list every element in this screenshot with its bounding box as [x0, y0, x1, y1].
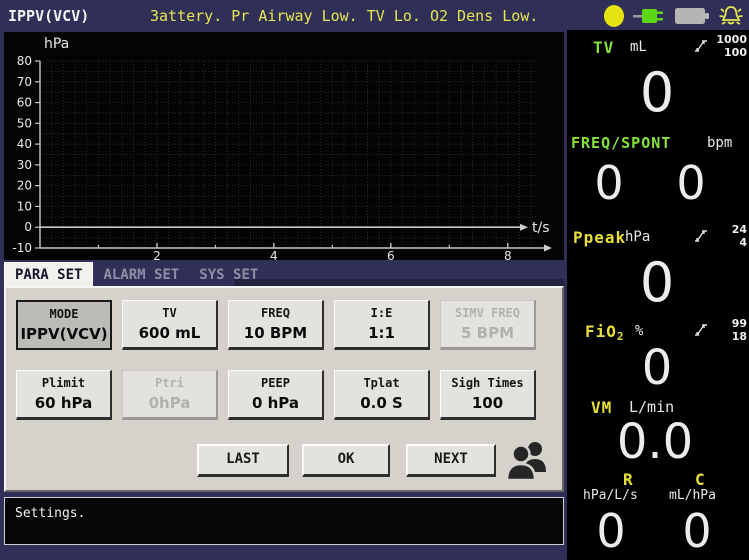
- param-value: 100: [471, 394, 504, 412]
- param-button-mode[interactable]: MODE IPPV(VCV): [16, 300, 112, 350]
- limit-low-ppeak: 4: [739, 236, 747, 249]
- param-button-freq[interactable]: FREQ 10 BPM: [228, 300, 324, 350]
- param-label: Plimit: [41, 376, 86, 390]
- svg-text:20: 20: [17, 179, 32, 193]
- svg-text:8: 8: [504, 249, 512, 260]
- param-label: TV: [162, 306, 177, 320]
- ok-button[interactable]: OK: [302, 444, 390, 477]
- monitor-label-vm: VM: [591, 398, 613, 417]
- param-label: SIMV FREQ: [454, 306, 521, 320]
- monitor-value-c: 0: [682, 504, 712, 558]
- limit-high-ppeak: 24: [731, 223, 747, 236]
- svg-text:hPa: hPa: [44, 36, 69, 52]
- param-value: 1:1: [368, 324, 395, 342]
- monitor-label-c: C: [695, 470, 706, 489]
- patient-group-icon[interactable]: [504, 438, 552, 484]
- monitor-label-tv: TV: [593, 38, 615, 57]
- param-button-sigh-times[interactable]: Sigh Times 100: [440, 370, 536, 420]
- tab-para-set[interactable]: PARA SET: [4, 262, 94, 286]
- param-value: 60 hPa: [34, 394, 93, 412]
- top-bar: IPPV(VCV) 3attery. Pr Airway Low. TV Lo.…: [0, 0, 749, 30]
- mode-title: IPPV(VCV): [8, 7, 90, 25]
- parameter-panel: MODE IPPV(VCV) TV 600 mL FREQ 10 BPM I:E…: [4, 286, 564, 492]
- monitor-label-r: R: [623, 470, 634, 489]
- monitor-unit-c: mL/hPa: [669, 488, 716, 503]
- param-label: FREQ: [261, 306, 290, 320]
- svg-text:80: 80: [17, 54, 32, 68]
- param-value: IPPV(VCV): [20, 325, 108, 343]
- monitor-unit-tv: mL: [630, 39, 647, 55]
- svg-text:30: 30: [17, 158, 32, 172]
- param-button-plimit[interactable]: Plimit 60 hPa: [16, 370, 112, 420]
- alarm-message: 3attery. Pr Airway Low. TV Lo. O2 Dens L…: [150, 7, 539, 25]
- svg-text:t/s: t/s: [532, 220, 550, 236]
- status-circle-icon: [604, 5, 624, 27]
- param-button-simv-freq: SIMV FREQ 5 BPM: [440, 300, 536, 350]
- param-value: 10 BPM: [243, 324, 308, 342]
- monitor-value-vm: 0.0: [616, 414, 694, 470]
- param-button-tv[interactable]: TV 600 mL: [122, 300, 218, 350]
- monitor-label-fio2: FiO2: [585, 322, 625, 343]
- limit-low-fio2: 18: [731, 330, 747, 343]
- pressure-waveform-chart: t/s 80 70 60 50 40 30 20 10 0 -10 2 4 6 8 hPa: [4, 32, 564, 263]
- svg-text:4: 4: [270, 249, 278, 260]
- svg-text:70: 70: [17, 75, 32, 89]
- svg-text:-10: -10: [12, 241, 32, 255]
- param-button-ptri: Ptri 0hPa: [122, 370, 218, 420]
- last-button[interactable]: LAST: [197, 444, 289, 477]
- monitor-unit-r: hPa/L/s: [583, 488, 638, 503]
- monitor-value-freq: 0: [594, 156, 624, 210]
- monitor-unit-ppeak: hPa: [625, 229, 651, 245]
- status-bar: Settings.: [4, 497, 564, 545]
- param-label: Tplat: [363, 376, 400, 390]
- param-value: 0 hPa: [251, 394, 300, 412]
- alarm-limit-icon: [695, 324, 707, 336]
- monitor-panel: TV mL 1000 100 0 FREQ/SPONT bpm 0 0 Ppea…: [567, 30, 749, 560]
- limit-high-tv: 1000: [716, 33, 747, 46]
- alarm-limit-icon: [695, 40, 707, 52]
- status-indicators: [602, 3, 745, 29]
- svg-text:50: 50: [17, 116, 32, 130]
- monitor-value-fio2: 0: [641, 340, 673, 396]
- svg-text:2: 2: [153, 249, 161, 260]
- monitor-unit-freq-spont: bpm: [707, 135, 733, 151]
- param-label: PEEP: [261, 376, 290, 390]
- monitor-value-r: 0: [596, 504, 626, 558]
- limit-low-tv: 100: [724, 46, 747, 59]
- ventilator-screen: IPPV(VCV) 3attery. Pr Airway Low. TV Lo.…: [0, 0, 749, 560]
- monitor-label-ppeak: Ppeak: [573, 228, 627, 247]
- tab-alarm-set[interactable]: ALARM SET: [93, 263, 189, 286]
- monitor-value-spont: 0: [676, 156, 706, 210]
- param-label: MODE: [49, 307, 79, 321]
- svg-text:60: 60: [17, 96, 32, 110]
- param-label: Ptri: [155, 376, 184, 390]
- waveform-svg: t/s 80 70 60 50 40 30 20 10 0 -10 2 4 6 8 hPa: [12, 36, 552, 263]
- param-button-peep[interactable]: PEEP 0 hPa: [228, 370, 324, 420]
- param-value: 0.0 S: [360, 394, 403, 412]
- status-message: Settings.: [15, 506, 86, 521]
- param-button-tplat[interactable]: Tplat 0.0 S: [334, 370, 430, 420]
- monitor-label-freq-spont: FREQ/SPONT: [571, 134, 672, 152]
- next-button[interactable]: NEXT: [406, 444, 496, 477]
- svg-text:10: 10: [17, 199, 32, 213]
- battery-icon: [675, 8, 709, 24]
- param-value: 0hPa: [148, 394, 191, 412]
- monitor-unit-fio2: %: [635, 323, 644, 339]
- param-value: 5 BPM: [460, 324, 514, 342]
- param-value: 600 mL: [138, 324, 201, 342]
- alarm-limit-icon: [695, 230, 707, 242]
- monitor-value-tv: 0: [639, 61, 675, 124]
- param-label: I:E: [370, 306, 393, 320]
- svg-text:6: 6: [387, 249, 395, 260]
- settings-tab-bar: PARA SET ALARM SET SYS SET: [4, 262, 268, 286]
- svg-text:0: 0: [24, 220, 32, 234]
- param-label: Sigh Times: [451, 376, 524, 390]
- monitor-value-ppeak: 0: [639, 251, 675, 314]
- param-button-ie[interactable]: I:E 1:1: [334, 300, 430, 350]
- svg-text:40: 40: [17, 137, 32, 151]
- alarm-bell-icon: [719, 6, 743, 25]
- limit-high-fio2: 99: [731, 317, 747, 330]
- ac-power-icon: [633, 9, 663, 23]
